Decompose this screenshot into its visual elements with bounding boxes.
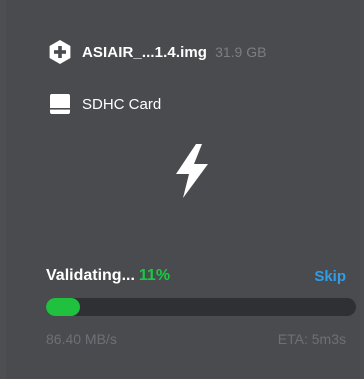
- skip-button[interactable]: Skip: [314, 268, 346, 285]
- flash-progress-panel: ASIAIR_...1.4.img 31.9 GB SDHC Card Vali…: [6, 0, 360, 379]
- drive-name: SDHC Card: [82, 95, 162, 113]
- drive-icon: [46, 90, 74, 118]
- progress-fill: [46, 298, 81, 316]
- image-size: 31.9 GB: [215, 44, 267, 60]
- transfer-meta: 86.40 MB/s ETA: 5m3s: [46, 328, 346, 350]
- status-label: Validating... 11%: [46, 267, 170, 285]
- lightning-icon: [170, 142, 214, 200]
- status-percent: 11%: [138, 267, 171, 284]
- plus-circle-icon: [46, 38, 74, 66]
- drive-row: SDHC Card: [46, 90, 161, 118]
- image-row: ASIAIR_...1.4.img 31.9 GB: [46, 38, 266, 66]
- status-line: Validating... 11% Skip: [46, 264, 346, 288]
- eta-label: ETA: 5m3s: [277, 331, 346, 347]
- progress-bar: [46, 298, 356, 316]
- transfer-speed: 86.40 MB/s: [46, 331, 117, 347]
- status-text: Validating...: [46, 267, 135, 284]
- image-name: ASIAIR_...1.4.img: [82, 43, 208, 61]
